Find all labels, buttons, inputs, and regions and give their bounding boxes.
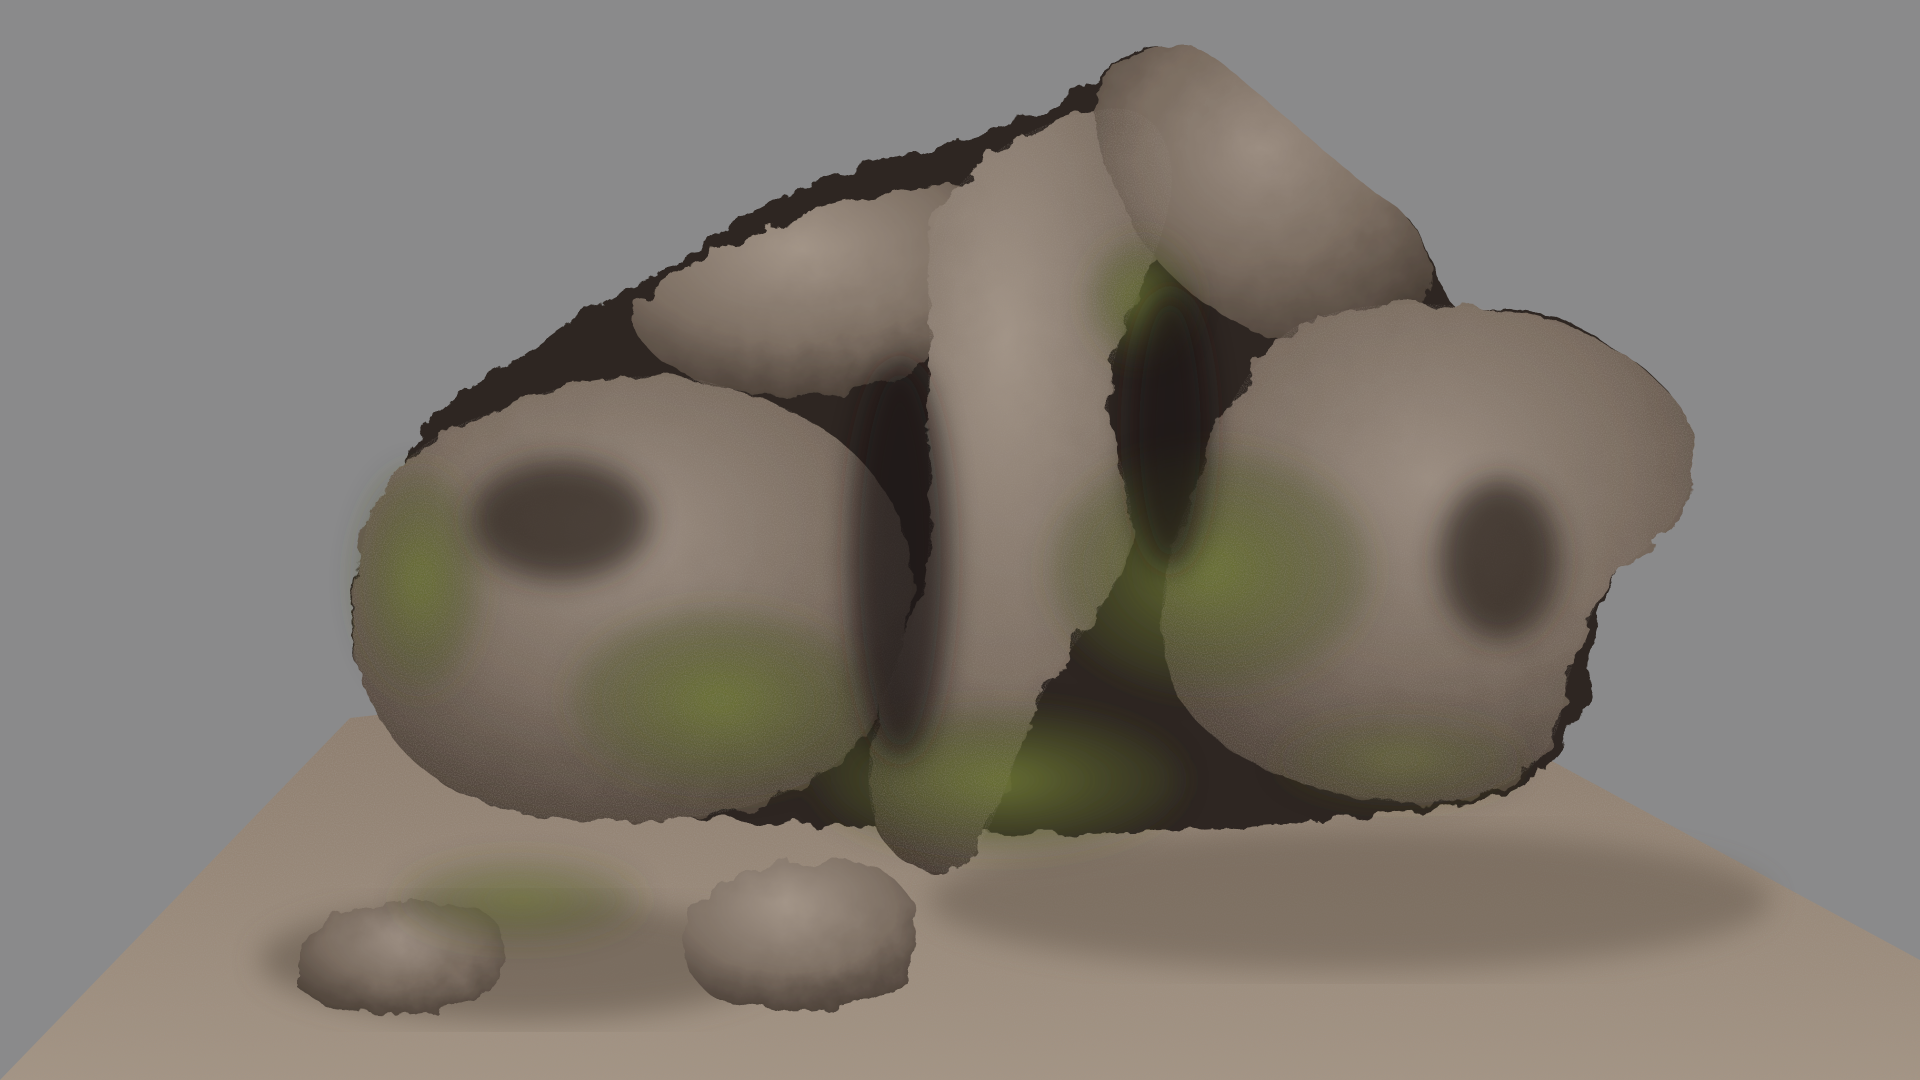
render-viewport [0,0,1920,1080]
rock-scene [0,44,1920,1080]
